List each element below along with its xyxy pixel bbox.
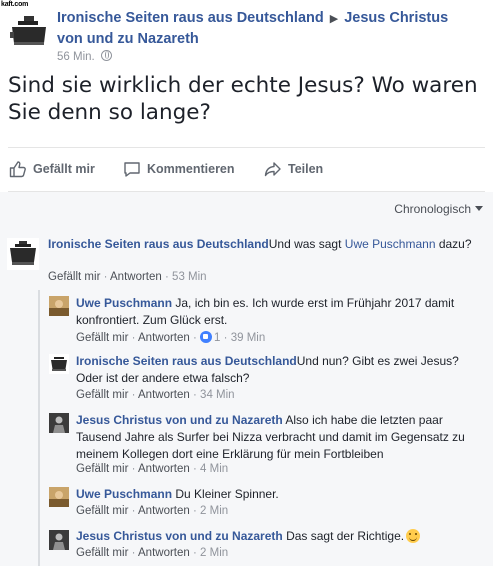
separator: · bbox=[131, 505, 136, 517]
reply-like-link[interactable]: Gefällt mir bbox=[76, 547, 128, 559]
reply-author[interactable]: Uwe Puschmann bbox=[76, 487, 172, 501]
reaction-count[interactable]: 1 bbox=[214, 332, 220, 344]
reply-reply-link[interactable]: Antworten bbox=[138, 547, 190, 559]
reply-author[interactable]: Jesus Christus von und zu Nazareth bbox=[76, 413, 283, 427]
post-author-link[interactable]: Ironische Seiten raus aus Deutschland bbox=[57, 10, 324, 26]
reply-reply-link[interactable]: Antworten bbox=[138, 389, 190, 401]
reply-timestamp[interactable]: 39 Min bbox=[231, 332, 266, 344]
reply-reply-link[interactable]: Antworten bbox=[138, 463, 190, 475]
comment-icon bbox=[124, 162, 140, 177]
reply-text: Du Kleiner Spinner. bbox=[175, 487, 279, 501]
comment-body: Ironische Seiten raus aus DeutschlandUnd… bbox=[48, 236, 488, 253]
arrow-right-icon: ▶ bbox=[329, 13, 339, 25]
reply-timestamp[interactable]: 2 Min bbox=[200, 505, 228, 517]
comment-text: dazu? bbox=[435, 237, 472, 251]
comment-sort-dropdown[interactable]: Chronologisch bbox=[394, 202, 483, 216]
reply-avatar[interactable] bbox=[49, 530, 69, 550]
comment-reply-link[interactable]: Antworten bbox=[110, 271, 162, 283]
comment-avatar[interactable] bbox=[7, 238, 39, 270]
page-avatar[interactable] bbox=[8, 13, 50, 47]
post-text: Sind sie wirklich der echte Jesus? Wo wa… bbox=[8, 73, 478, 125]
reply-body: Ironische Seiten raus aus DeutschlandUnd… bbox=[76, 353, 486, 387]
comment-button-label: Kommentieren bbox=[147, 162, 235, 176]
separator: · bbox=[165, 271, 169, 283]
share-button-label: Teilen bbox=[288, 162, 324, 176]
reply-reply-link[interactable]: Antworten bbox=[138, 332, 190, 344]
comment-text: Und was sagt bbox=[268, 237, 345, 251]
watermark: kaft.com bbox=[1, 1, 29, 8]
post-header: Ironische Seiten raus aus Deutschland ▶ Je… bbox=[57, 8, 477, 49]
reply-body: Uwe Puschmann Ja, ich bin es. Ich wurde … bbox=[76, 295, 476, 329]
comment-mention[interactable]: Uwe Puschmann bbox=[345, 237, 436, 251]
reply-meta: Gefällt mir · Antworten · 34 Min bbox=[76, 389, 235, 401]
like-button[interactable]: Gefällt mir bbox=[9, 158, 95, 180]
globe-icon bbox=[100, 50, 112, 61]
separator: · bbox=[193, 332, 197, 344]
sort-label: Chronologisch bbox=[394, 202, 471, 216]
reply-body: Jesus Christus von und zu Nazareth Also … bbox=[76, 412, 476, 463]
reply-avatar[interactable] bbox=[49, 487, 69, 507]
separator: · bbox=[193, 547, 197, 559]
share-icon bbox=[264, 162, 281, 177]
reply-text: Das sagt der Richtige. bbox=[286, 529, 405, 543]
like-icon bbox=[9, 161, 26, 178]
post-meta: 56 Min. bbox=[57, 50, 112, 63]
reply-author[interactable]: Ironische Seiten raus aus Deutschland bbox=[76, 354, 297, 368]
reply-meta: Gefällt mir · Antworten · 4 Min bbox=[76, 463, 228, 475]
comment-button[interactable]: Kommentieren bbox=[123, 158, 235, 180]
reply-timestamp[interactable]: 2 Min bbox=[200, 547, 228, 559]
reply-avatar[interactable] bbox=[49, 296, 69, 316]
comment-author[interactable]: Ironische Seiten raus aus Deutschland bbox=[48, 237, 269, 251]
separator: · bbox=[223, 332, 228, 344]
reply-body: Jesus Christus von und zu Nazareth Das s… bbox=[76, 528, 476, 545]
reply-like-link[interactable]: Gefällt mir bbox=[76, 389, 128, 401]
separator: · bbox=[131, 332, 136, 344]
reply-timestamp[interactable]: 4 Min bbox=[200, 463, 228, 475]
separator: · bbox=[193, 389, 197, 401]
separator: · bbox=[193, 505, 197, 517]
reply-like-link[interactable]: Gefällt mir bbox=[76, 463, 128, 475]
separator: · bbox=[131, 547, 136, 559]
separator: · bbox=[131, 463, 136, 475]
divider bbox=[8, 191, 485, 192]
share-button[interactable]: Teilen bbox=[264, 158, 323, 180]
like-reaction-icon bbox=[200, 331, 213, 343]
comment-meta: Gefällt mir · Antworten · 53 Min bbox=[48, 271, 207, 283]
caret-down-icon bbox=[475, 206, 483, 211]
divider bbox=[8, 147, 485, 148]
reply-meta: Gefällt mir · Antworten · 2 Min bbox=[76, 505, 228, 517]
reply-avatar[interactable] bbox=[49, 413, 69, 433]
comment-timestamp[interactable]: 53 Min bbox=[172, 271, 207, 283]
separator: · bbox=[103, 271, 108, 283]
separator: · bbox=[193, 463, 197, 475]
smiley-emoji-icon bbox=[406, 529, 421, 543]
like-button-label: Gefällt mir bbox=[33, 162, 95, 176]
reply-author[interactable]: Uwe Puschmann bbox=[76, 296, 172, 310]
comment-like-link[interactable]: Gefällt mir bbox=[48, 271, 100, 283]
post-timestamp[interactable]: 56 Min. bbox=[57, 51, 95, 63]
reply-meta: Gefällt mir · Antworten · 2 Min bbox=[76, 547, 228, 559]
reply-avatar[interactable] bbox=[49, 354, 69, 374]
reply-like-link[interactable]: Gefällt mir bbox=[76, 332, 128, 344]
reply-meta: Gefällt mir · Antworten · 1 · 39 Min bbox=[76, 331, 265, 344]
reply-author[interactable]: Jesus Christus von und zu Nazareth bbox=[76, 529, 283, 543]
reply-thread-line bbox=[38, 290, 40, 566]
reply-reply-link[interactable]: Antworten bbox=[138, 505, 190, 517]
reply-like-link[interactable]: Gefällt mir bbox=[76, 505, 128, 517]
reply-timestamp[interactable]: 34 Min bbox=[200, 389, 235, 401]
reply-body: Uwe Puschmann Du Kleiner Spinner. bbox=[76, 486, 476, 503]
separator: · bbox=[131, 389, 136, 401]
